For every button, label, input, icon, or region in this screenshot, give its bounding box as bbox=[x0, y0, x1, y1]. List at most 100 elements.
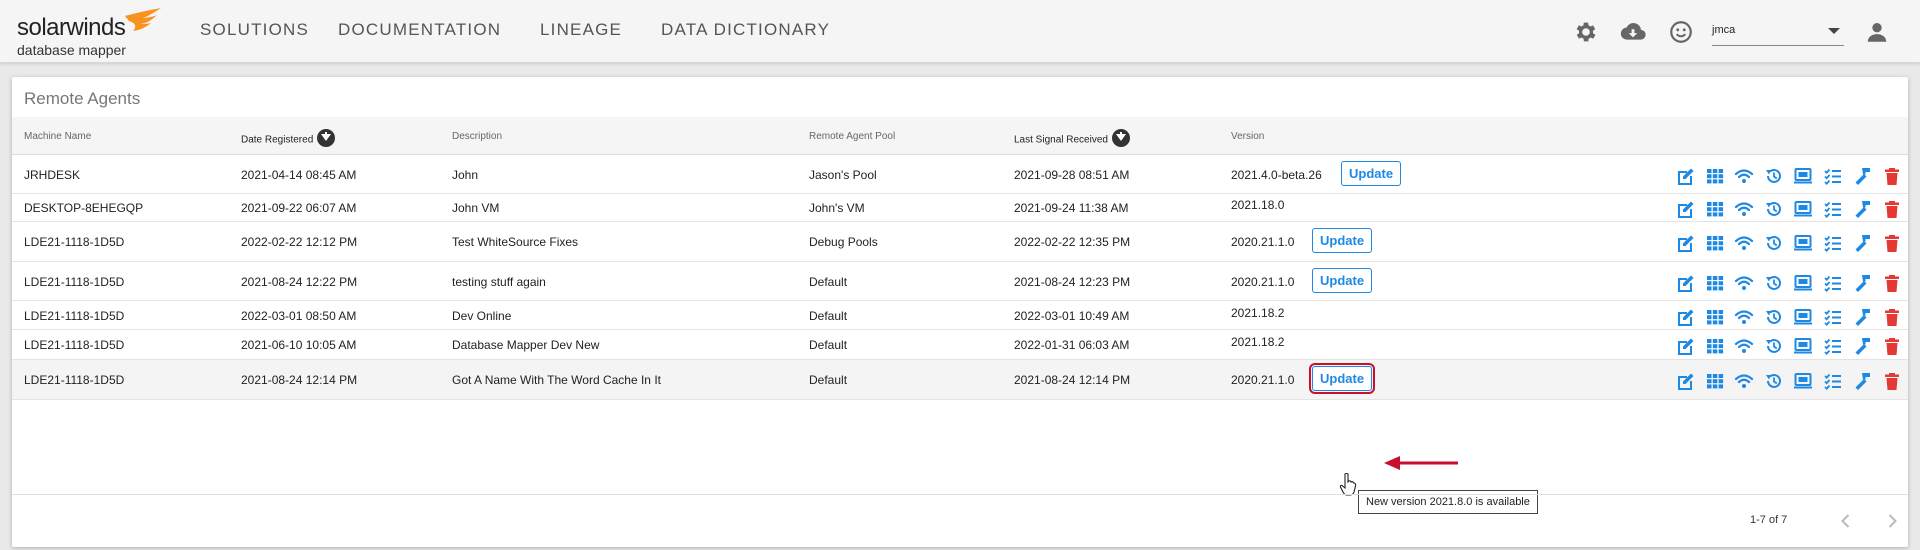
history-icon[interactable] bbox=[1764, 336, 1784, 356]
nav-solutions[interactable]: SOLUTIONS bbox=[200, 20, 309, 40]
chevron-left-icon[interactable] bbox=[1836, 511, 1856, 531]
grid-icon[interactable] bbox=[1705, 273, 1725, 293]
callout-arrow bbox=[1384, 456, 1458, 470]
solarwinds-logo[interactable]: solarwinds database mapper bbox=[17, 8, 167, 58]
wifi-icon[interactable] bbox=[1734, 336, 1754, 356]
wifi-icon[interactable] bbox=[1734, 273, 1754, 293]
hammer-icon[interactable] bbox=[1853, 233, 1873, 253]
wifi-icon[interactable] bbox=[1734, 307, 1754, 327]
edit-icon[interactable] bbox=[1675, 273, 1695, 293]
wifi-icon[interactable] bbox=[1734, 371, 1754, 391]
history-icon[interactable] bbox=[1764, 307, 1784, 327]
cell-date-registered: 2022-02-22 12:12 PM bbox=[241, 235, 358, 249]
wifi-icon[interactable] bbox=[1734, 233, 1754, 253]
col-version[interactable]: Version bbox=[1231, 131, 1264, 142]
col-remote-agent-pool[interactable]: Remote Agent Pool bbox=[809, 131, 895, 142]
monitor-icon[interactable] bbox=[1793, 273, 1813, 293]
cell-last-signal: 2021-09-24 11:38 AM bbox=[1014, 201, 1129, 215]
cell-version: 2021.18.2 bbox=[1231, 335, 1285, 349]
hammer-icon[interactable] bbox=[1853, 166, 1873, 186]
update-button[interactable]: Update bbox=[1312, 228, 1373, 253]
user-dropdown[interactable]: jmca bbox=[1712, 16, 1844, 46]
nav-lineage[interactable]: LINEAGE bbox=[540, 20, 622, 40]
monitor-icon[interactable] bbox=[1793, 166, 1813, 186]
grid-icon[interactable] bbox=[1705, 336, 1725, 356]
edit-icon[interactable] bbox=[1675, 307, 1695, 327]
edit-icon[interactable] bbox=[1675, 371, 1695, 391]
grid-icon[interactable] bbox=[1705, 233, 1725, 253]
trash-icon[interactable] bbox=[1882, 371, 1902, 391]
table-row[interactable]: LDE21-1118-1D5D 2022-02-22 12:12 PM Test W… bbox=[12, 222, 1908, 262]
checklist-icon[interactable] bbox=[1823, 199, 1843, 219]
trash-icon[interactable] bbox=[1882, 336, 1902, 356]
hammer-icon[interactable] bbox=[1853, 371, 1873, 391]
cell-description: Got A Name With The Word Cache In It bbox=[452, 373, 661, 387]
update-button[interactable]: Update bbox=[1308, 363, 1376, 394]
wifi-icon[interactable] bbox=[1734, 199, 1754, 219]
wifi-icon[interactable] bbox=[1734, 166, 1754, 186]
chevron-right-icon[interactable] bbox=[1882, 511, 1902, 531]
history-icon[interactable] bbox=[1764, 273, 1784, 293]
trash-icon[interactable] bbox=[1882, 199, 1902, 219]
edit-icon[interactable] bbox=[1675, 166, 1695, 186]
table-row[interactable]: LDE21-1118-1D5D 2021-08-24 12:22 PM testin… bbox=[12, 262, 1908, 301]
cloud-download-icon[interactable] bbox=[1620, 19, 1646, 45]
update-button[interactable]: Update bbox=[1341, 161, 1402, 186]
user-icon[interactable] bbox=[1864, 19, 1890, 45]
nav-documentation[interactable]: DOCUMENTATION bbox=[338, 20, 501, 40]
table-row[interactable]: JRHDESK 2021-04-14 08:45 AM John Jason's Po… bbox=[12, 156, 1908, 194]
smiley-icon[interactable] bbox=[1668, 19, 1694, 45]
grid-icon[interactable] bbox=[1705, 307, 1725, 327]
grid-icon[interactable] bbox=[1705, 166, 1725, 186]
nav-data-dictionary[interactable]: DATA DICTIONARY bbox=[661, 20, 830, 40]
cell-version: 2021.4.0-beta.26 bbox=[1231, 168, 1322, 182]
update-button[interactable]: Update bbox=[1312, 268, 1373, 293]
history-icon[interactable] bbox=[1764, 166, 1784, 186]
col-machine-name[interactable]: Machine Name bbox=[24, 131, 91, 142]
monitor-icon[interactable] bbox=[1793, 336, 1813, 356]
col-description[interactable]: Description bbox=[452, 131, 502, 142]
monitor-icon[interactable] bbox=[1793, 199, 1813, 219]
cell-pool: John's VM bbox=[809, 201, 865, 215]
edit-icon[interactable] bbox=[1675, 336, 1695, 356]
col-last-signal[interactable]: Last Signal Received bbox=[1014, 129, 1130, 149]
checklist-icon[interactable] bbox=[1823, 336, 1843, 356]
checklist-icon[interactable] bbox=[1823, 273, 1843, 293]
edit-icon[interactable] bbox=[1675, 199, 1695, 219]
hammer-icon[interactable] bbox=[1853, 199, 1873, 219]
monitor-icon[interactable] bbox=[1793, 233, 1813, 253]
table-row[interactable]: LDE21-1118-1D5D 2021-08-24 12:14 PM Got A … bbox=[12, 360, 1908, 400]
checklist-icon[interactable] bbox=[1823, 307, 1843, 327]
table-row[interactable]: DESKTOP-8EHEGQP 2021-09-22 06:07 AM John V… bbox=[12, 194, 1908, 222]
table-row[interactable]: LDE21-1118-1D5D 2021-06-10 10:05 AM Databa… bbox=[12, 330, 1908, 360]
hammer-icon[interactable] bbox=[1853, 336, 1873, 356]
edit-icon[interactable] bbox=[1675, 233, 1695, 253]
history-icon[interactable] bbox=[1764, 199, 1784, 219]
cell-description: John VM bbox=[452, 201, 500, 215]
cell-pool: Default bbox=[809, 338, 848, 352]
cell-version: 2020.21.1.0 bbox=[1231, 373, 1295, 387]
monitor-icon[interactable] bbox=[1793, 371, 1813, 391]
sort-desc-icon[interactable] bbox=[317, 129, 336, 147]
checklist-icon[interactable] bbox=[1823, 233, 1843, 253]
checklist-icon[interactable] bbox=[1823, 166, 1843, 186]
grid-icon[interactable] bbox=[1705, 371, 1725, 391]
cell-description: Dev Online bbox=[452, 309, 512, 323]
hammer-icon[interactable] bbox=[1853, 307, 1873, 327]
monitor-icon[interactable] bbox=[1793, 307, 1813, 327]
cell-description: Database Mapper Dev New bbox=[452, 338, 600, 352]
history-icon[interactable] bbox=[1764, 371, 1784, 391]
table-row[interactable]: LDE21-1118-1D5D 2022-03-01 08:50 AM Dev On… bbox=[12, 301, 1908, 330]
gear-icon[interactable] bbox=[1573, 19, 1599, 45]
trash-icon[interactable] bbox=[1882, 233, 1902, 253]
col-date-registered[interactable]: Date Registered bbox=[241, 129, 336, 149]
checklist-icon[interactable] bbox=[1823, 371, 1843, 391]
trash-icon[interactable] bbox=[1882, 307, 1902, 327]
grid-icon[interactable] bbox=[1705, 199, 1725, 219]
history-icon[interactable] bbox=[1764, 233, 1784, 253]
col-last-signal-label: Last Signal Received bbox=[1014, 134, 1108, 146]
sort-desc-icon[interactable] bbox=[1111, 129, 1130, 147]
trash-icon[interactable] bbox=[1882, 273, 1902, 293]
hammer-icon[interactable] bbox=[1853, 273, 1873, 293]
trash-icon[interactable] bbox=[1882, 166, 1902, 186]
